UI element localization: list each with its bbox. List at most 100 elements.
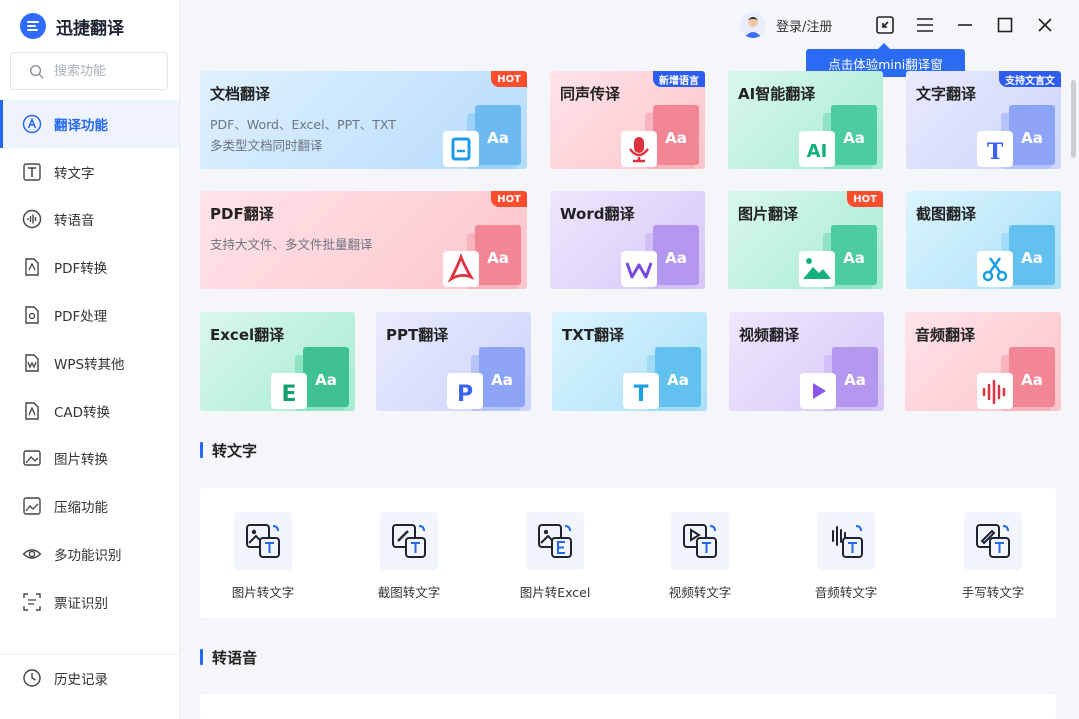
title-bar: 登录/注册 点击体验mini翻译窗 bbox=[180, 0, 1079, 77]
card-ai-translate[interactable]: AI智能翻译 Aa AI bbox=[728, 71, 883, 169]
sidebar-item-recognition[interactable]: 多功能识别 bbox=[0, 530, 179, 578]
aa-glyph: Aa bbox=[487, 129, 509, 147]
search-box[interactable] bbox=[10, 52, 168, 90]
text-t-icon: Aa T bbox=[977, 105, 1055, 169]
pdf-process-icon bbox=[25, 306, 39, 324]
aa-glyph: Aa bbox=[843, 249, 865, 267]
sidebar-nav: 翻译功能 转文字 转语音 PDF转换 PDF处理 WPS转其他 CAD转换 图片… bbox=[0, 100, 179, 626]
sidebar-item-label: 票证识别 bbox=[54, 595, 108, 612]
text-icon bbox=[23, 162, 41, 181]
mini-window-button[interactable] bbox=[872, 12, 898, 38]
sidebar-item-cad[interactable]: CAD转换 bbox=[0, 387, 179, 435]
mini-window-icon bbox=[876, 16, 894, 34]
close-button[interactable] bbox=[1032, 12, 1058, 38]
sidebar-item-label: CAD转换 bbox=[54, 404, 111, 421]
tool-label: 音频转文字 bbox=[814, 585, 878, 600]
wps-icon bbox=[25, 354, 39, 372]
ppt-icon: Aa P bbox=[447, 347, 525, 411]
sidebar-item-label: 转语音 bbox=[54, 213, 95, 230]
sidebar-item-label: PDF转换 bbox=[54, 261, 108, 278]
sidebar-item-pdf-process[interactable]: PDF处理 bbox=[0, 291, 179, 339]
aa-glyph: Aa bbox=[315, 371, 337, 389]
brand: 迅捷翻译 bbox=[20, 12, 124, 40]
sidebar-item-image-convert[interactable]: 图片转换 bbox=[0, 435, 179, 483]
tool-image-to-excel[interactable]: 图片转Excel bbox=[495, 512, 615, 601]
card-title: 视频翻译 bbox=[739, 326, 800, 344]
sidebar-item-wps[interactable]: WPS转其他 bbox=[0, 339, 179, 387]
minimize-button[interactable] bbox=[952, 12, 978, 38]
tool-handwriting-to-text[interactable]: 手写转文字 bbox=[933, 512, 1053, 601]
aa-glyph: Aa bbox=[843, 129, 865, 147]
maximize-button[interactable] bbox=[992, 12, 1018, 38]
sidebar-item-history[interactable]: 历史记录 bbox=[0, 655, 179, 701]
card-title: 截图翻译 bbox=[916, 205, 977, 223]
aa-glyph: Aa bbox=[487, 249, 509, 267]
sidebar-item-ticket[interactable]: 票证识别 bbox=[0, 578, 179, 626]
menu-button[interactable] bbox=[912, 12, 938, 38]
app-title: 迅捷翻译 bbox=[56, 18, 124, 39]
sidebar-item-to-text[interactable]: 转文字 bbox=[0, 148, 179, 196]
card-txt-translate[interactable]: TXT翻译 Aa T bbox=[552, 312, 707, 411]
avatar bbox=[740, 12, 766, 38]
tool-video-to-text[interactable]: 视频转文字 bbox=[640, 512, 760, 601]
sidebar: 迅捷翻译 翻译功能 转文字 转语音 PDF转换 PDF处理 WPS转其他 bbox=[0, 0, 180, 719]
hot-badge: HOT bbox=[491, 191, 527, 207]
tool-label: 图片转Excel bbox=[519, 585, 591, 600]
card-excel-translate[interactable]: Excel翻译 Aa E bbox=[200, 312, 355, 411]
ai-icon: Aa AI bbox=[799, 105, 877, 169]
login-button[interactable]: 登录/注册 bbox=[740, 12, 832, 38]
t-glyph: T bbox=[987, 139, 1004, 165]
card-ppt-translate[interactable]: PPT翻译 Aa P bbox=[376, 312, 531, 411]
screenshot-to-text-icon bbox=[380, 512, 438, 570]
sidebar-item-to-voice[interactable]: 转语音 bbox=[0, 196, 179, 244]
video-play-icon: Aa bbox=[800, 347, 878, 411]
classical-chinese-badge: 支持文言文 bbox=[999, 71, 1061, 87]
minimize-icon bbox=[958, 24, 972, 26]
tool-audio-to-text[interactable]: 音频转文字 bbox=[786, 512, 906, 601]
new-language-badge: 新增语言 bbox=[653, 71, 705, 87]
sidebar-item-translate[interactable]: 翻译功能 bbox=[0, 100, 179, 148]
tool-label: 截图转文字 bbox=[377, 585, 441, 600]
card-simultaneous[interactable]: 同声传译 新增语言 Aa bbox=[550, 71, 705, 169]
card-audio-translate[interactable]: 音频翻译 Aa bbox=[905, 312, 1061, 411]
microphone-icon: Aa bbox=[621, 105, 699, 169]
card-title: PDF翻译 bbox=[210, 205, 274, 223]
image-to-excel-icon bbox=[526, 512, 584, 570]
scissors-icon: Aa bbox=[977, 225, 1055, 289]
sidebar-item-label: 多功能识别 bbox=[54, 548, 122, 565]
hot-badge: HOT bbox=[491, 71, 527, 87]
card-text-translate[interactable]: 文字翻译 支持文言文 Aa T bbox=[906, 71, 1061, 169]
image-icon: Aa bbox=[799, 225, 877, 289]
sidebar-item-compress[interactable]: 压缩功能 bbox=[0, 482, 179, 530]
search-input[interactable] bbox=[54, 63, 154, 79]
sidebar-item-label: 翻译功能 bbox=[54, 117, 108, 134]
tool-label: 视频转文字 bbox=[668, 585, 732, 600]
search-icon bbox=[29, 64, 44, 78]
card-word-translate[interactable]: Word翻译 Aa bbox=[550, 191, 705, 289]
aa-glyph: Aa bbox=[491, 371, 513, 389]
sidebar-item-pdf-convert[interactable]: PDF转换 bbox=[0, 243, 179, 291]
tool-image-to-text[interactable]: 图片转文字 bbox=[203, 512, 323, 601]
sidebar-item-label: 压缩功能 bbox=[54, 500, 108, 517]
card-doc-translate[interactable]: 文档翻译 PDF、Word、Excel、PPT、TXT 多类型文档同时翻译 HO… bbox=[200, 71, 527, 169]
card-pdf-translate[interactable]: PDF翻译 支持大文件、多文件批量翻译 HOT Aa bbox=[200, 191, 527, 289]
aa-glyph: Aa bbox=[844, 371, 866, 389]
to-voice-panel bbox=[200, 694, 1056, 719]
card-screenshot-translate[interactable]: 截图翻译 Aa bbox=[906, 191, 1061, 289]
aa-glyph: Aa bbox=[1021, 371, 1043, 389]
close-icon bbox=[1038, 18, 1052, 32]
sidebar-bottom: 历史记录 bbox=[0, 654, 179, 701]
tool-screenshot-to-text[interactable]: 截图转文字 bbox=[349, 512, 469, 601]
scrollbar[interactable] bbox=[1071, 80, 1076, 158]
aa-glyph: Aa bbox=[667, 371, 689, 389]
card-image-translate[interactable]: 图片翻译 HOT Aa bbox=[728, 191, 883, 289]
login-label: 登录/注册 bbox=[776, 19, 833, 35]
card-desc: 支持大文件、多文件批量翻译 bbox=[210, 237, 373, 252]
card-title: 图片翻译 bbox=[738, 205, 799, 223]
pdf-icon: Aa bbox=[443, 225, 521, 289]
compress-icon bbox=[23, 497, 41, 515]
section-title-to-voice: 转语音 bbox=[200, 647, 257, 668]
image-to-text-icon bbox=[234, 512, 292, 570]
card-video-translate[interactable]: 视频翻译 Aa bbox=[729, 312, 884, 411]
wps-word-icon: Aa bbox=[621, 225, 699, 289]
